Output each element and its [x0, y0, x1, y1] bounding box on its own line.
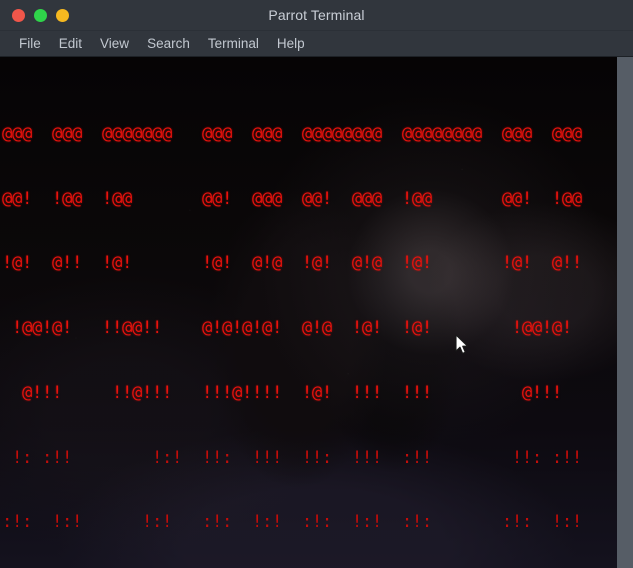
menu-item-file[interactable]: File: [10, 34, 50, 53]
ascii-art-line: !@! @!! !@! !@! @!@ !@! @!@ !@! !@! @!!: [2, 253, 582, 274]
ascii-art-line: :!: !:! !:! :!: !:! :!: !:! :!: :!: !:!: [2, 512, 582, 533]
scrollbar-thumb[interactable]: [617, 57, 633, 568]
terminal-viewport[interactable]: @@@ @@@ @@@@@@@ @@@ @@@ @@@@@@@@ @@@@@@@…: [0, 57, 633, 568]
title-bar: Parrot Terminal: [0, 0, 633, 31]
window-controls: [12, 0, 69, 31]
window-title: Parrot Terminal: [268, 7, 365, 23]
menu-item-edit[interactable]: Edit: [50, 34, 91, 53]
close-button[interactable]: [12, 9, 25, 22]
terminal-window: Parrot Terminal File Edit View Search Te…: [0, 0, 633, 568]
ascii-art-line: @!!! !!@!!! !!!@!!!! !@! !!! !!! @!!!: [2, 382, 562, 403]
menu-item-search[interactable]: Search: [138, 34, 199, 53]
menu-item-help[interactable]: Help: [268, 34, 314, 53]
menu-item-terminal[interactable]: Terminal: [199, 34, 268, 53]
maximize-button[interactable]: [56, 9, 69, 22]
ascii-art-line: !: :!! !:! !!: !!! !!: !!! :!! !!: :!!: [2, 447, 582, 468]
ascii-art-line: @@! !@@ !@@ @@! @@@ @@! @@@ !@@ @@! !@@: [2, 188, 582, 209]
minimize-button[interactable]: [34, 9, 47, 22]
menu-bar: File Edit View Search Terminal Help: [0, 31, 633, 57]
scrollbar-track[interactable]: [617, 57, 633, 568]
ascii-art-line: !@@!@! !!@@!! @!@!@!@! @!@ !@! !@! !@@!@…: [2, 318, 572, 339]
menu-item-view[interactable]: View: [91, 34, 138, 53]
terminal-output: @@@ @@@ @@@@@@@ @@@ @@@ @@@@@@@@ @@@@@@@…: [0, 57, 633, 568]
ascii-art-line: @@@ @@@ @@@@@@@ @@@ @@@ @@@@@@@@ @@@@@@@…: [2, 123, 582, 144]
